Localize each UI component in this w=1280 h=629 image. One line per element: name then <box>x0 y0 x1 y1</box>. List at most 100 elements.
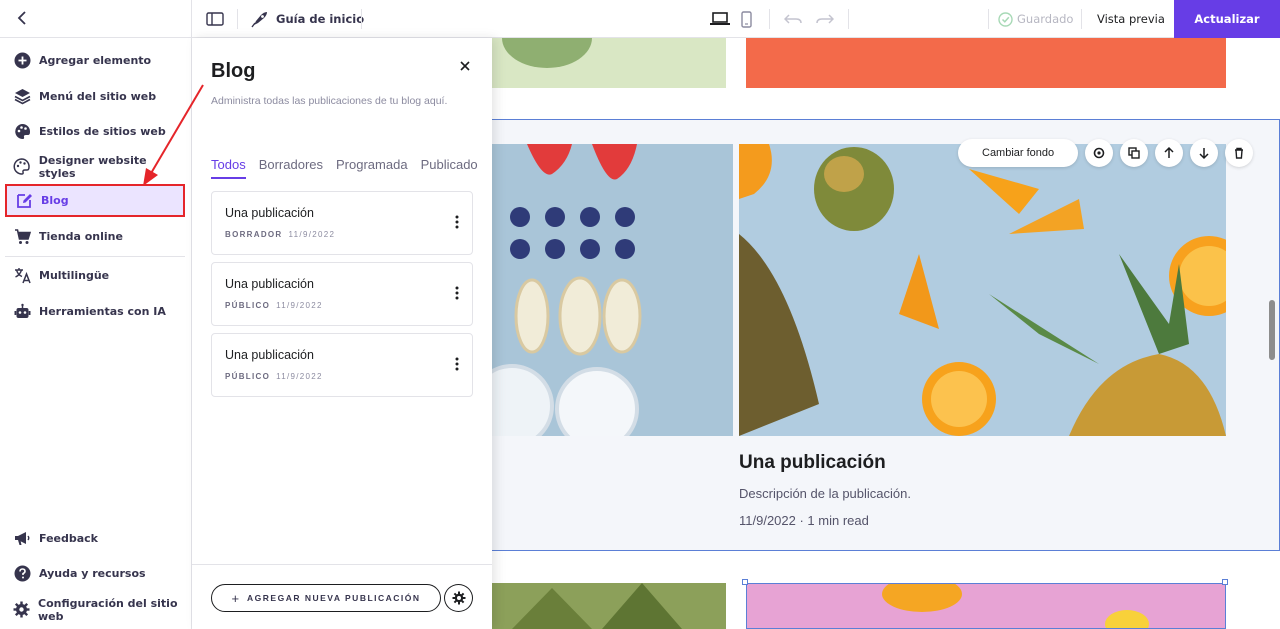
undo-icon <box>784 14 802 24</box>
translate-icon <box>13 267 31 285</box>
section-settings-button[interactable] <box>1085 139 1114 167</box>
sidebar-item-site-menu[interactable]: Menú del sitio web <box>5 80 185 113</box>
post-date: 11/9/2022 <box>288 230 336 239</box>
move-section-down-button[interactable] <box>1190 139 1219 167</box>
tab-scheduled[interactable]: Programada <box>336 157 408 179</box>
resize-handle[interactable] <box>742 579 748 585</box>
sidebar-item-site-settings[interactable]: Configuración del sitio web <box>5 593 185 626</box>
move-section-up-button[interactable] <box>1155 139 1184 167</box>
post-description[interactable]: Descripción de la publicación. <box>739 486 911 501</box>
post-date: 11/9/2022 <box>276 301 323 310</box>
post-title: Una publicación <box>225 348 314 362</box>
sidebar-item-label: Estilos de sitios web <box>39 125 166 138</box>
post-title: Una publicación <box>225 277 314 291</box>
sidebar-item-label: Menú del sitio web <box>39 90 157 103</box>
post-options-button[interactable] <box>450 213 464 231</box>
preview-button[interactable]: Vista previa <box>1097 0 1165 38</box>
sidebar-item-designer-styles[interactable]: Designer website styles <box>5 150 185 183</box>
check-circle-icon <box>998 11 1013 27</box>
sidebar-item-help[interactable]: Ayuda y recursos <box>5 557 185 590</box>
tab-all[interactable]: Todos <box>211 157 246 179</box>
top-toolbar: Guía de inicio Guardado Vista previa Act… <box>0 0 1280 38</box>
sidebar-item-label: Herramientas con IA <box>39 305 166 318</box>
image-block-pineapple[interactable] <box>492 583 726 629</box>
more-vertical-icon <box>455 357 459 371</box>
palette-outline-icon <box>13 158 31 176</box>
image-block-green[interactable] <box>492 38 726 88</box>
undo-button[interactable] <box>784 0 802 38</box>
palette-icon <box>13 123 31 141</box>
blog-settings-button[interactable] <box>444 584 473 612</box>
image-block-orange[interactable] <box>746 38 1226 88</box>
gear-icon <box>1093 147 1105 159</box>
plus-icon: + <box>231 590 240 606</box>
saved-status-label: Guardado <box>1017 12 1074 26</box>
sidebar-item-feedback[interactable]: Feedback <box>5 522 185 555</box>
section-toolbar: Cambiar fondo <box>958 139 1254 167</box>
update-button[interactable]: Actualizar <box>1174 0 1280 38</box>
post-date: 11/9/2022 · 1 min read <box>739 513 869 528</box>
add-new-post-button[interactable]: + AGREGAR NUEVA PUBLICACIÓN <box>211 584 441 612</box>
edit-icon <box>15 192 33 210</box>
mobile-view-button[interactable] <box>741 0 752 38</box>
panel-footer: + AGREGAR NUEVA PUBLICACIÓN <box>192 564 492 629</box>
sidebar-item-online-store[interactable]: Tienda online <box>5 220 185 253</box>
robot-icon <box>13 303 31 321</box>
duplicate-section-button[interactable] <box>1120 139 1149 167</box>
redo-button[interactable] <box>816 0 834 38</box>
sidebar-item-blog[interactable]: Blog <box>5 184 185 217</box>
post-status: BORRADOR <box>225 230 283 239</box>
trash-icon <box>1235 147 1244 159</box>
getting-started-button[interactable]: Guía de inicio <box>251 0 364 38</box>
post-status: PÚBLICO <box>225 372 271 381</box>
desktop-view-button[interactable] <box>710 0 730 38</box>
post-meta: BORRADOR 11/9/2022 <box>225 230 335 239</box>
preview-label: Vista previa <box>1097 12 1165 26</box>
resize-handle[interactable] <box>1222 579 1228 585</box>
arrow-down-icon <box>1199 148 1209 160</box>
panel-title: Blog <box>211 60 256 82</box>
post-list-item[interactable]: Una publicación PÚBLICO 11/9/2022 <box>211 262 473 326</box>
sidebar-item-site-styles[interactable]: Estilos de sitios web <box>5 115 185 148</box>
sidebar-item-label: Configuración del sitio web <box>38 596 178 623</box>
sidebar-item-ai-tools[interactable]: Herramientas con IA <box>5 295 185 328</box>
image-block-pink[interactable] <box>746 583 1226 629</box>
post-list-item[interactable]: Una publicación BORRADOR 11/9/2022 <box>211 191 473 255</box>
toggle-sidebar-button[interactable] <box>206 0 224 38</box>
sidebar-item-label: Tienda online <box>39 230 123 243</box>
sidebar-item-add-element[interactable]: Agregar elemento <box>5 44 185 77</box>
laptop-icon <box>710 12 730 25</box>
post-status: PÚBLICO <box>225 301 271 310</box>
blog-panel: Blog Administra todas las publicaciones … <box>192 38 492 629</box>
change-background-button[interactable]: Cambiar fondo <box>958 139 1079 167</box>
post-filter-tabs: Todos Borradores Programada Publicado <box>211 157 491 179</box>
more-vertical-icon <box>455 215 459 229</box>
copy-icon <box>1128 147 1140 159</box>
tab-published[interactable]: Publicado <box>421 157 478 179</box>
back-button[interactable] <box>0 0 192 38</box>
fruit-image-right[interactable] <box>739 144 1226 436</box>
sidebar-item-label: Designer website styles <box>38 153 147 180</box>
fruit-image-left[interactable] <box>492 144 733 436</box>
sidebar-item-label: Feedback <box>39 532 98 545</box>
post-list-item[interactable]: Una publicación PÚBLICO 11/9/2022 <box>211 333 473 397</box>
redo-icon <box>816 14 834 24</box>
post-heading[interactable]: Una publicación <box>739 452 886 474</box>
post-options-button[interactable] <box>450 355 464 373</box>
blog-post-section[interactable]: Cambiar fondo Una publicación Descripció… <box>492 119 1280 551</box>
close-panel-button[interactable] <box>457 58 473 74</box>
post-options-button[interactable] <box>450 284 464 302</box>
gear-icon <box>452 591 465 605</box>
page-scrollbar[interactable] <box>1269 300 1275 360</box>
chevron-left-icon <box>17 11 26 25</box>
delete-section-button[interactable] <box>1225 139 1254 167</box>
close-icon <box>460 61 470 71</box>
gear-icon <box>13 601 30 619</box>
layers-icon <box>13 88 31 106</box>
sidebar-item-multilingual[interactable]: Multilingüe <box>5 259 185 292</box>
sidebar-item-label: Agregar elemento <box>39 54 152 67</box>
tab-drafts[interactable]: Borradores <box>259 157 323 179</box>
sidebar-toggle-icon <box>206 12 224 26</box>
panel-description: Administra todas las publicaciones de tu… <box>211 95 448 107</box>
left-sidebar: Agregar elemento Menú del sitio web Esti… <box>0 38 192 629</box>
